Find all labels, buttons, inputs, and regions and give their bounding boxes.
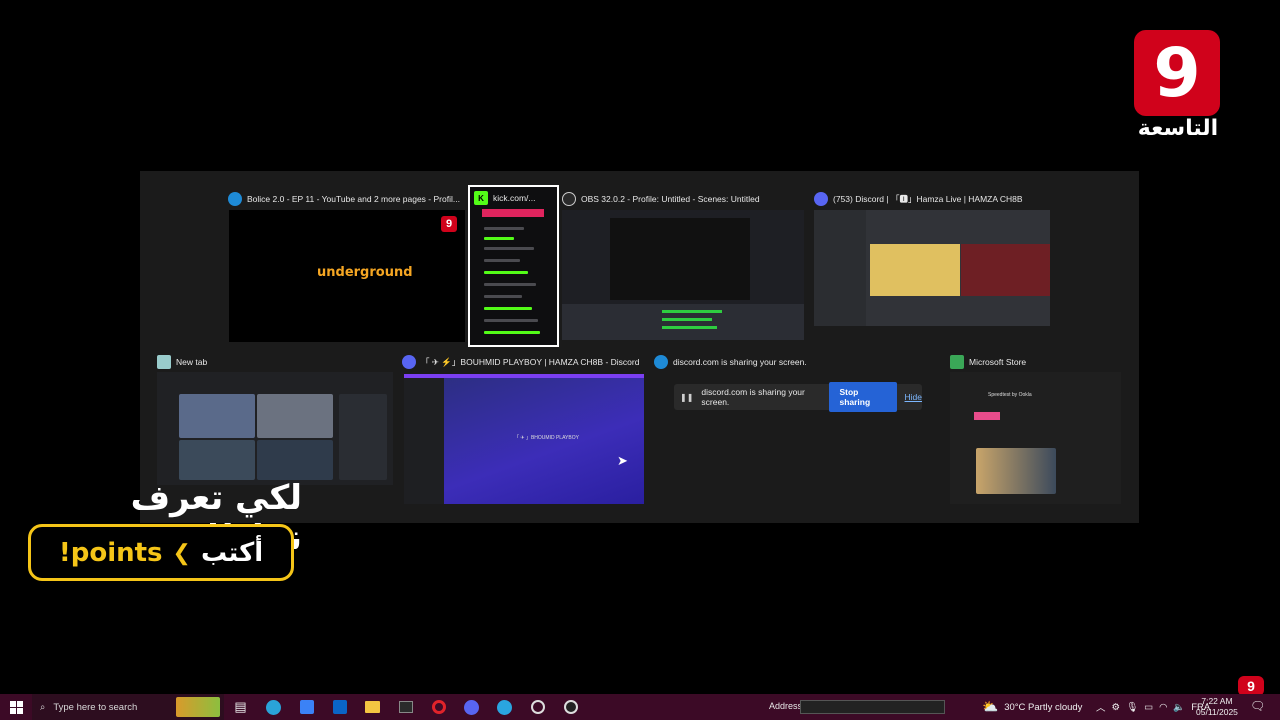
store-icon [950, 355, 964, 369]
window-obs-thumbnail[interactable] [562, 210, 804, 340]
start-button[interactable] [0, 694, 32, 720]
partly-cloudy-icon: ⛅ [982, 699, 999, 714]
stop-sharing-button[interactable]: Stop sharing [829, 382, 897, 412]
edge-icon [228, 192, 242, 206]
window-title: discord.com is sharing your screen. [673, 357, 807, 367]
system-tray: ︿ ⚙ 🎙 ▭ ◠ 🔈 FRA [1096, 694, 1210, 720]
search-highlight-image [176, 697, 220, 717]
points-command: !points [58, 537, 163, 568]
clock[interactable]: 7:22 AM 05/11/2025 [1196, 696, 1238, 718]
folder-icon[interactable] [356, 694, 389, 720]
window-discord-playboy-thumbnail[interactable]: 「 ✈ 」BHOUMID PLAYBOY [404, 374, 644, 504]
address-label: Address [769, 701, 803, 711]
speedtest-icon[interactable] [521, 694, 554, 720]
notification-icon[interactable]: 🗨 [1250, 699, 1265, 713]
channel-logo-name: التاسعة [1137, 116, 1219, 141]
stream-tile [870, 244, 960, 296]
clock-time: 7:22 AM [1201, 696, 1233, 706]
microphone-icon[interactable]: 🎙 [1126, 702, 1138, 713]
edge-icon[interactable] [257, 694, 290, 720]
window-new-tab-thumbnail[interactable] [157, 372, 393, 485]
window-kick[interactable]: K kick.com/... [468, 185, 559, 347]
address-input[interactable] [800, 700, 945, 714]
write-label: أكتب [200, 537, 264, 568]
discord-icon[interactable] [455, 694, 488, 720]
discord-icon [402, 355, 416, 369]
window-title: New tab [176, 357, 208, 367]
weather-text: 30°C Partly cloudy [1004, 701, 1083, 713]
store-icon[interactable] [290, 694, 323, 720]
channel-logo-number: 9 [1134, 30, 1220, 116]
hide-link[interactable]: Hide [905, 392, 922, 402]
obs-icon [562, 192, 576, 206]
chevron-left-icon: ❮ [172, 539, 191, 565]
chevron-up-icon[interactable]: ︿ [1096, 700, 1106, 714]
taskbar: ⌕ Type here to search ▤ Address ⛅ 30°C P… [0, 694, 1280, 720]
channel-logo-small: 9 [1238, 676, 1264, 696]
windows-icon [9, 700, 23, 714]
terminal-icon[interactable] [389, 694, 422, 720]
channel-logo-mini: 9 [441, 216, 457, 232]
settings-icon[interactable]: ⚙ [1112, 702, 1121, 713]
window-title: 「 ✈ ⚡」BOUHMID PLAYBOY | HAMZA CH8B - Dis… [421, 357, 640, 367]
wifi-icon[interactable]: ◠ [1159, 702, 1167, 713]
pause-icon: ❚❚ [680, 392, 694, 402]
window-title: OBS 32.0.2 - Profile: Untitled - Scenes:… [581, 194, 760, 204]
window-title: kick.com/... [493, 193, 536, 203]
weather-widget[interactable]: ⛅ 30°C Partly cloudy [982, 694, 1082, 720]
obs-icon[interactable] [554, 694, 587, 720]
mouse-cursor: ➤ [617, 453, 628, 468]
clock-date: 05/11/2025 [1196, 707, 1238, 717]
volume-icon[interactable]: 🔈 [1173, 702, 1185, 713]
taskbar-search[interactable]: ⌕ Type here to search [32, 694, 224, 720]
window-title: Microsoft Store [969, 357, 1027, 367]
share-message: discord.com is sharing your screen. [701, 387, 805, 407]
network-icon[interactable]: ▭ [1144, 702, 1153, 713]
search-icon: ⌕ [40, 701, 46, 713]
screen-share-bar: ❚❚ discord.com is sharing your screen. S… [674, 382, 922, 412]
window-title: (753) Discord | 「🅸」Hamza Live | HAMZA CH… [833, 194, 1023, 204]
kick-icon: K [474, 191, 488, 205]
outlook-icon[interactable] [323, 694, 356, 720]
window-title: Bolice 2.0 - EP 11 - YouTube and 2 more … [247, 194, 460, 204]
window-youtube-thumbnail[interactable]: 9 underground [229, 210, 465, 342]
search-placeholder: Type here to search [53, 701, 138, 713]
task-view-icon[interactable]: ▤ [224, 694, 257, 720]
channel-logo: 9 التاسعة [1128, 30, 1228, 146]
stream-tile [961, 244, 1050, 296]
underground-logo: underground [317, 265, 413, 280]
points-command-box: !points ❮ أكتب [28, 524, 294, 581]
window-discord-live-thumbnail[interactable] [814, 210, 1050, 326]
edge-icon [157, 355, 171, 369]
opera-icon[interactable] [422, 694, 455, 720]
discord-icon [814, 192, 828, 206]
edge-icon [654, 355, 668, 369]
window-microsoft-store-thumbnail[interactable]: Speedtest by Ookla [950, 372, 1121, 504]
telegram-icon[interactable] [488, 694, 521, 720]
